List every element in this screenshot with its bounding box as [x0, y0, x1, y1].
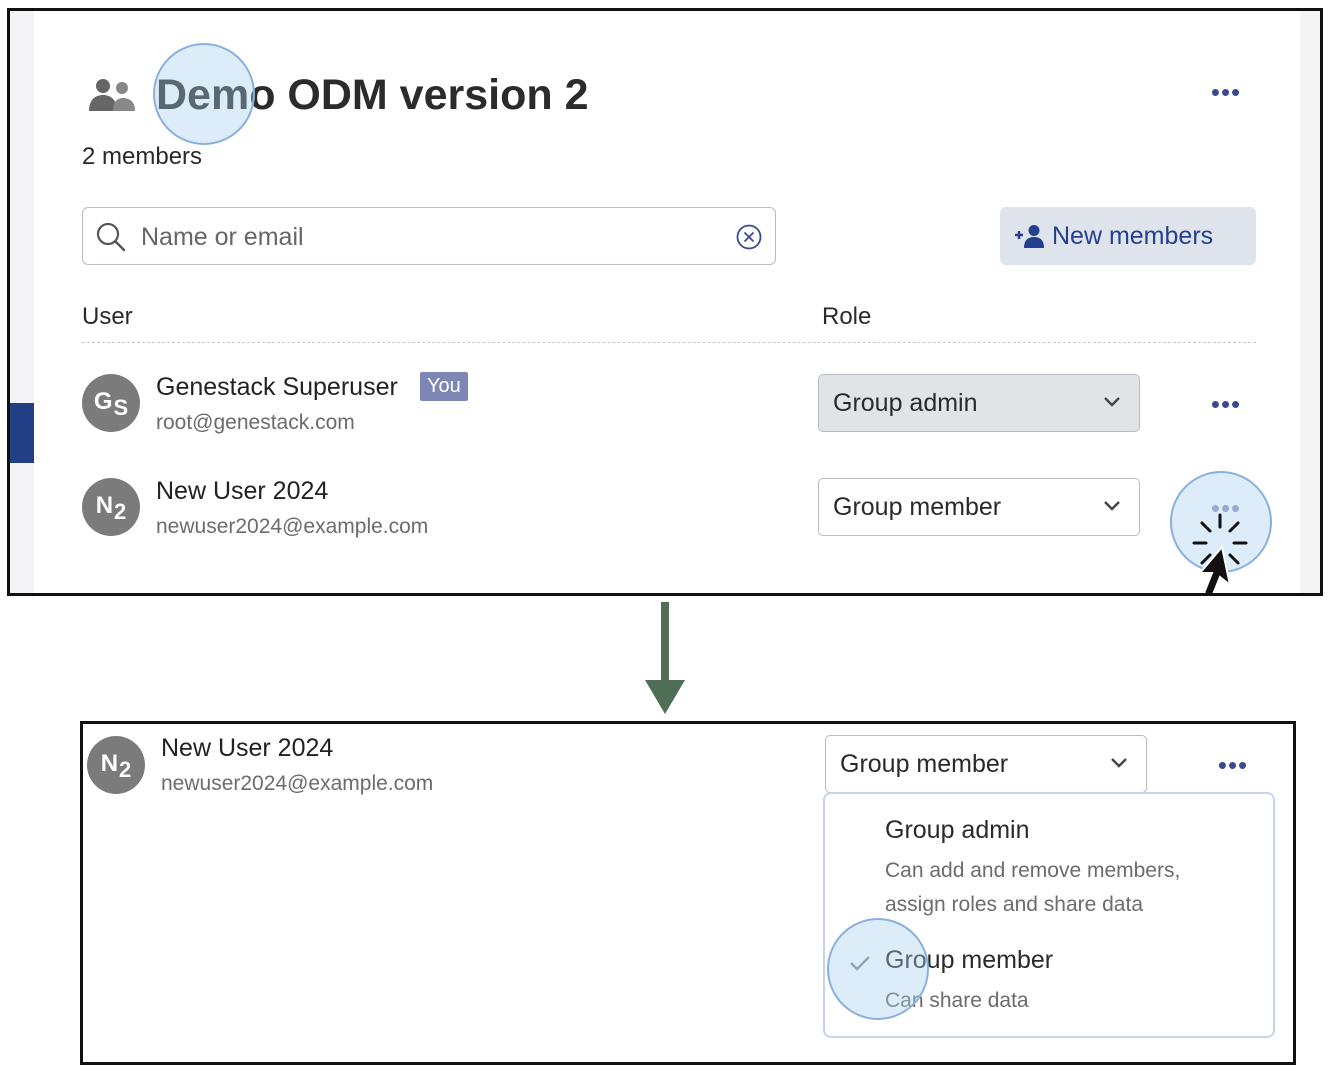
new-members-button[interactable]: New members — [1000, 207, 1256, 265]
role-dropdown-detail: N2 New User 2024 newuser2024@example.com… — [80, 721, 1296, 1065]
you-badge: You — [420, 372, 468, 401]
tap-highlight-title — [153, 43, 255, 145]
avatar-initial: N — [100, 750, 119, 777]
chevron-down-icon — [1111, 758, 1127, 768]
member-search-box — [82, 207, 776, 265]
column-header-role: Role — [822, 303, 872, 330]
table-divider — [82, 342, 1256, 343]
pointer-cursor-icon — [1192, 513, 1248, 593]
scrollbar-track[interactable] — [1300, 11, 1320, 593]
chevron-down-icon — [1104, 501, 1120, 511]
role-select[interactable]: Group member — [818, 478, 1140, 536]
add-user-icon — [1015, 225, 1044, 248]
user-email: newuser2024@example.com — [161, 772, 434, 795]
role-select-value: Group member — [833, 493, 1002, 521]
down-arrow — [645, 602, 685, 714]
avatar-initial-sub: 2 — [114, 499, 127, 524]
row-more-button[interactable]: ••• — [1213, 752, 1253, 780]
left-gutter — [10, 11, 34, 593]
role-select-open[interactable]: Group member — [825, 735, 1147, 793]
group-members-panel: Demo ODM version 2 2 members ••• New mem… — [7, 8, 1323, 596]
search-input[interactable] — [139, 216, 723, 258]
user-name: Genestack Superuser — [156, 373, 398, 401]
role-option-description: Can add and remove members, assign roles… — [885, 859, 1181, 916]
role-option-description: Can share data — [885, 989, 1029, 1012]
role-dropdown-menu: Group admin Can add and remove members, … — [823, 792, 1275, 1038]
search-icon — [96, 222, 126, 252]
clear-circle-x-icon[interactable] — [735, 223, 763, 251]
members-count: 2 members — [82, 143, 203, 170]
chevron-down-icon — [1104, 397, 1120, 407]
avatar: N2 — [87, 736, 145, 794]
role-select-value: Group admin — [833, 389, 978, 417]
column-header-user: User — [82, 303, 133, 330]
user-name: New User 2024 — [161, 734, 334, 762]
group-more-button[interactable]: ••• — [1206, 79, 1246, 107]
user-name: New User 2024 — [156, 477, 329, 505]
nav-accent-bar — [10, 403, 34, 463]
group-icon — [89, 79, 135, 111]
user-email: root@genestack.com — [156, 411, 355, 434]
role-select-value: Group member — [840, 750, 1009, 778]
avatar-initial-sub: 2 — [119, 757, 132, 782]
avatar-initial: G — [93, 388, 113, 415]
role-option-label: Group admin — [885, 816, 1030, 844]
new-members-label: New members — [1052, 221, 1214, 250]
avatar-initial-sub: S — [113, 395, 129, 420]
role-select[interactable]: Group admin — [818, 374, 1140, 432]
row-more-button[interactable]: ••• — [1206, 391, 1246, 419]
avatar: N2 — [82, 478, 140, 536]
user-email: newuser2024@example.com — [156, 515, 429, 538]
avatar: GS — [82, 374, 140, 432]
avatar-initial: N — [95, 492, 114, 519]
tap-highlight-option — [827, 918, 929, 1020]
